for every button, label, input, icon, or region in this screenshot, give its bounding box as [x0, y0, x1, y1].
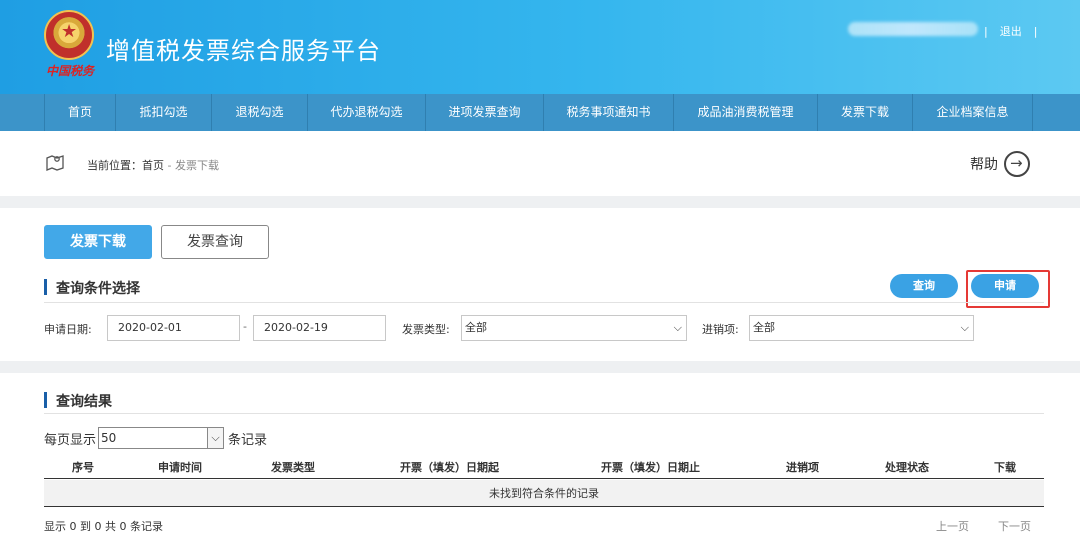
- per-page-select[interactable]: 50 ⌵: [98, 427, 225, 449]
- breadcrumb-current: 发票下载: [174, 159, 219, 172]
- sales-select[interactable]: 全部 ⌵: [749, 315, 974, 341]
- site-title: 增值税发票综合服务平台: [106, 37, 381, 65]
- breadcrumb-panel: 当前位置：首页 - 发票下载 帮助: [0, 131, 1080, 196]
- arrow-right-circle-icon: [1004, 151, 1030, 177]
- per-page-control: 每页显示 50 ⌵ 条记录: [44, 427, 267, 449]
- column-header: 申请时间: [158, 461, 202, 474]
- next-page-link[interactable]: 下一页: [998, 518, 1031, 534]
- query-button[interactable]: 查询: [890, 274, 958, 298]
- nav-item[interactable]: 企业档案信息: [913, 94, 1033, 131]
- date-to-input[interactable]: 2020-02-19: [253, 315, 386, 341]
- tab-invoice-query[interactable]: 发票查询: [161, 225, 269, 259]
- main-nav: 首页 抵扣勾选 退税勾选 代办退税勾选 进项发票查询 税务事项通知书 成品油消费税管理 发票下…: [0, 94, 1080, 131]
- date-separator: -: [243, 320, 247, 333]
- column-header: 处理状态: [885, 461, 929, 474]
- date-label: 申请日期:: [44, 323, 92, 336]
- breadcrumb-home[interactable]: 首页: [142, 159, 164, 172]
- prev-page-link[interactable]: 上一页: [936, 518, 969, 534]
- invoice-type-select[interactable]: 全部 ⌵: [461, 315, 687, 341]
- separator: |: [984, 25, 988, 38]
- breadcrumb-sep: -: [164, 159, 175, 172]
- column-header: 进销项: [786, 461, 819, 474]
- nav-item[interactable]: 首页: [44, 94, 116, 131]
- user-bar: | 退出 |: [984, 23, 1037, 39]
- record-summary: 显示 0 到 0 共 0 条记录: [44, 520, 163, 533]
- chevron-down-icon: ⌵: [960, 321, 969, 334]
- nav-item[interactable]: 抵扣勾选: [116, 94, 212, 131]
- user-name-blurred: [848, 22, 978, 36]
- nav-item[interactable]: 代办退税勾选: [308, 94, 426, 131]
- tax-emblem-icon: [44, 10, 94, 60]
- column-header: 发票类型: [271, 461, 315, 474]
- empty-table-row: 未找到符合条件的记录: [44, 480, 1044, 507]
- breadcrumb: 当前位置：首页 - 发票下载: [87, 157, 219, 173]
- sales-value: 全部: [753, 321, 775, 334]
- invoice-type-value: 全部: [465, 321, 487, 334]
- nav-item[interactable]: 进项发票查询: [426, 94, 544, 131]
- chevron-down-icon: ⌵: [207, 428, 224, 448]
- header: 中国税务 增值税发票综合服务平台 | 退出 |: [0, 0, 1080, 94]
- column-header: 下载: [994, 461, 1016, 474]
- logout-link[interactable]: 退出: [1000, 25, 1022, 38]
- column-header: 开票（填发）日期起: [400, 461, 499, 474]
- results-section-title: 查询结果: [44, 391, 112, 411]
- divider: [44, 302, 1044, 303]
- nav-item[interactable]: 税务事项通知书: [544, 94, 674, 131]
- table-header: 序号 申请时间 发票类型 开票（填发）日期起 开票（填发）日期止 进销项 处理状…: [44, 455, 1044, 479]
- breadcrumb-prefix: 当前位置：: [87, 159, 142, 172]
- per-page-value: 50: [101, 431, 117, 445]
- date-from-input[interactable]: 2020-02-01: [107, 315, 240, 341]
- query-section-title: 查询条件选择: [44, 278, 140, 298]
- divider: [44, 413, 1044, 414]
- query-panel: 发票下载 发票查询 查询条件选择 查询 申请 申请日期: 2020-02-01 …: [0, 208, 1080, 361]
- separator: |: [1033, 25, 1038, 38]
- help-label: 帮助: [970, 157, 998, 173]
- results-panel: 查询结果 每页显示 50 ⌵ 条记录 序号 申请时间 发票类型 开票（填发）日期…: [0, 373, 1080, 552]
- logo-text: 中国税务: [46, 64, 95, 78]
- nav-item[interactable]: 成品油消费税管理: [674, 94, 818, 131]
- nav-item[interactable]: 发票下载: [818, 94, 913, 131]
- invoice-type-label: 发票类型:: [402, 323, 450, 336]
- column-header: 开票（填发）日期止: [601, 461, 700, 474]
- map-pin-icon: [46, 155, 64, 171]
- per-page-prefix: 每页显示: [44, 432, 97, 448]
- column-header: 序号: [72, 461, 94, 474]
- per-page-suffix: 条记录: [228, 432, 268, 448]
- sales-label: 进销项:: [702, 323, 739, 336]
- chevron-down-icon: ⌵: [673, 321, 682, 334]
- help-button[interactable]: 帮助: [970, 151, 1030, 177]
- tab-invoice-download[interactable]: 发票下载: [44, 225, 152, 259]
- nav-item[interactable]: 退税勾选: [212, 94, 308, 131]
